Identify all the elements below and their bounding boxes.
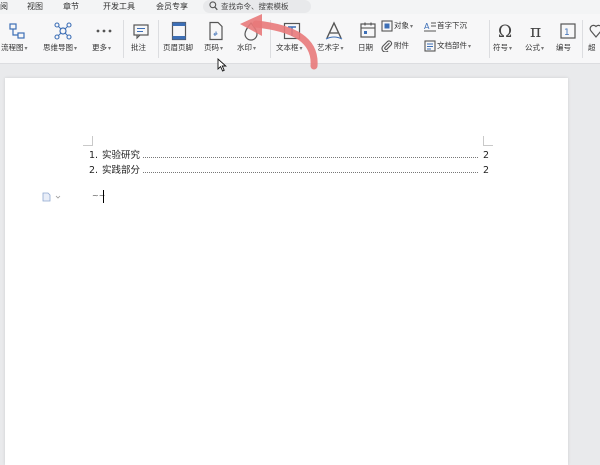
formula-label: 公式 (525, 43, 540, 52)
numbering-icon: 1 (560, 23, 576, 39)
toc-entry[interactable]: 1. 实验研究 2 (89, 148, 489, 161)
mindmap-label: 思维导图 (43, 43, 73, 52)
menu-dev-tools[interactable]: 开发工具 (103, 0, 135, 14)
comment-label: 批注 (131, 43, 146, 52)
date-button[interactable]: 日期 (355, 14, 379, 64)
ribbon-divider (158, 20, 159, 58)
toc-entry-number: 1. (89, 150, 99, 161)
svg-text:1: 1 (564, 28, 570, 38)
numbering-label: 编号 (556, 43, 571, 52)
svg-text:A: A (424, 22, 430, 31)
calendar-icon (360, 22, 376, 38)
numbering-button[interactable]: 1 编号 (555, 14, 581, 64)
drop-cap-label: 首字下沉 (437, 21, 467, 30)
ribbon-divider (582, 20, 583, 58)
toc-entry-title: 实践部分 (102, 165, 141, 176)
toc-entry-number: 2. (89, 165, 99, 176)
omega-icon: Ω (498, 22, 512, 41)
page-number-icon: # (209, 21, 223, 41)
toc-dot-leader (143, 172, 478, 173)
ribbon-divider (123, 20, 124, 58)
heart-icon (589, 24, 600, 38)
drop-cap-button[interactable]: A 首字下沉 (424, 19, 480, 33)
header-footer-icon (171, 21, 187, 41)
doc-parts-icon (424, 40, 436, 52)
text-cursor (103, 190, 104, 203)
drop-cap-icon: A (424, 22, 436, 32)
comment-button[interactable]: 批注 (126, 14, 156, 64)
menu-chapter[interactable]: 章节 (63, 0, 79, 14)
toc-entry-title: 实验研究 (102, 150, 141, 161)
svg-text:π: π (530, 22, 541, 41)
pi-icon: π (530, 22, 541, 41)
flowchart-icon (9, 23, 25, 39)
menu-review[interactable]: 阅 (0, 0, 8, 14)
document-page[interactable]: 1. 实验研究 2 2. 实践部分 2 ~~ (5, 78, 568, 465)
date-label: 日期 (358, 43, 373, 52)
toc-entry-page: 2 (482, 165, 489, 176)
attachment-button[interactable]: 附件 (381, 39, 421, 53)
formula-button[interactable]: π 公式▾ (523, 14, 553, 64)
svg-text:Ω: Ω (498, 22, 512, 41)
mindmap-button[interactable]: 思维导图▾ (41, 14, 85, 64)
comment-icon (133, 24, 149, 40)
paperclip-icon (381, 40, 393, 52)
margin-corner (483, 136, 493, 146)
paragraph-options-icon[interactable] (42, 192, 62, 202)
cut-off-button[interactable]: 超 (586, 14, 600, 64)
flowchart-label: 流程图 (1, 43, 24, 52)
page-number-label: 页码 (204, 43, 219, 52)
object-label: 对象 (394, 21, 409, 30)
more-label: 更多 (92, 43, 107, 52)
ribbon-divider (489, 20, 490, 58)
object-icon (381, 20, 393, 32)
object-button[interactable]: 对象▾ (381, 19, 421, 33)
symbol-button[interactable]: Ω 符号▾ (491, 14, 521, 64)
menu-view[interactable]: 视图 (27, 0, 43, 14)
toc-entry-page: 2 (482, 150, 489, 161)
symbol-label: 符号 (493, 43, 508, 52)
toc-dot-leader (143, 157, 478, 158)
doc-parts-button[interactable]: 文档部件▾ (424, 39, 484, 53)
more-button[interactable]: 更多▾ (88, 14, 120, 64)
cut-off-label: 超 (588, 43, 596, 52)
attachment-label: 附件 (394, 41, 409, 50)
mouse-cursor-icon (217, 58, 227, 72)
search-icon (209, 1, 218, 11)
mindmap-icon (54, 22, 72, 40)
header-footer-label: 页眉页脚 (163, 43, 193, 52)
annotation-arrow (240, 14, 318, 70)
doc-parts-label: 文档部件 (437, 41, 467, 50)
toc-entry[interactable]: 2. 实践部分 2 (89, 163, 489, 176)
svg-text:#: # (213, 31, 218, 38)
menu-member[interactable]: 会员专享 (156, 0, 188, 14)
more-dots-icon (96, 29, 112, 33)
flowchart-button[interactable]: 流程图▾ (0, 14, 38, 64)
margin-corner (83, 136, 93, 146)
header-footer-button[interactable]: 页眉页脚 (160, 14, 200, 64)
